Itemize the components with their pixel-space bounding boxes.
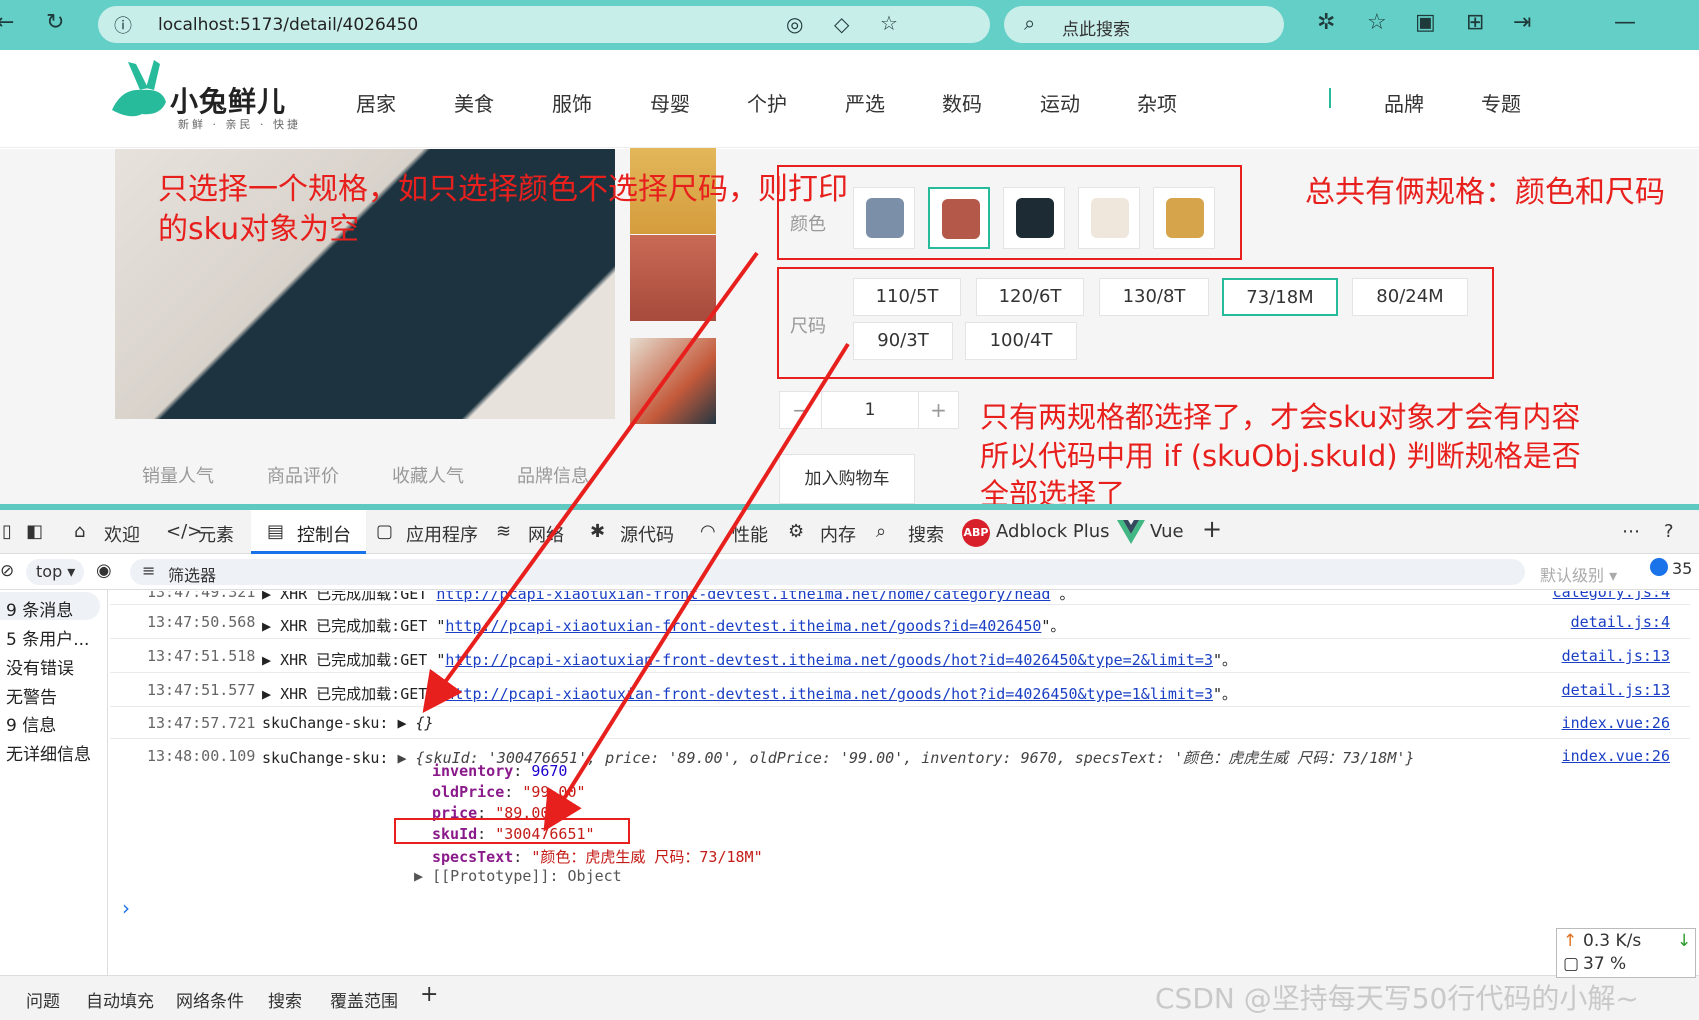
drawer-tab-issues[interactable]: 问题 <box>26 987 60 1012</box>
upload-arrow-icon: ↑ <box>1563 931 1578 951</box>
arrow-to-empty-object <box>422 251 759 713</box>
download-arrow-icon: ↓ <box>1677 931 1692 951</box>
annotation-arrows <box>422 251 850 832</box>
arrow-to-skuid <box>543 342 850 832</box>
cpu-percent: 37 % <box>1583 954 1627 974</box>
drawer-tab-network-conditions[interactable]: 网络条件 <box>176 987 244 1012</box>
drawer-tab-autofill[interactable]: 自动填充 <box>86 987 154 1012</box>
net-speed: 0.3 K/s <box>1583 931 1642 951</box>
network-speed-widget: ↑ 0.3 K/s ↓ ▢ 37 % <box>1556 928 1696 978</box>
add-drawer-tab-icon[interactable]: + <box>420 982 438 1007</box>
drawer-tab-search[interactable]: 搜索 <box>268 987 302 1012</box>
drawer-tab-coverage[interactable]: 覆盖范围 <box>330 987 398 1012</box>
cpu-icon: ▢ <box>1563 954 1580 974</box>
csdn-watermark: CSDN @坚持每天写50行代码的小解~ <box>1155 982 1639 1015</box>
